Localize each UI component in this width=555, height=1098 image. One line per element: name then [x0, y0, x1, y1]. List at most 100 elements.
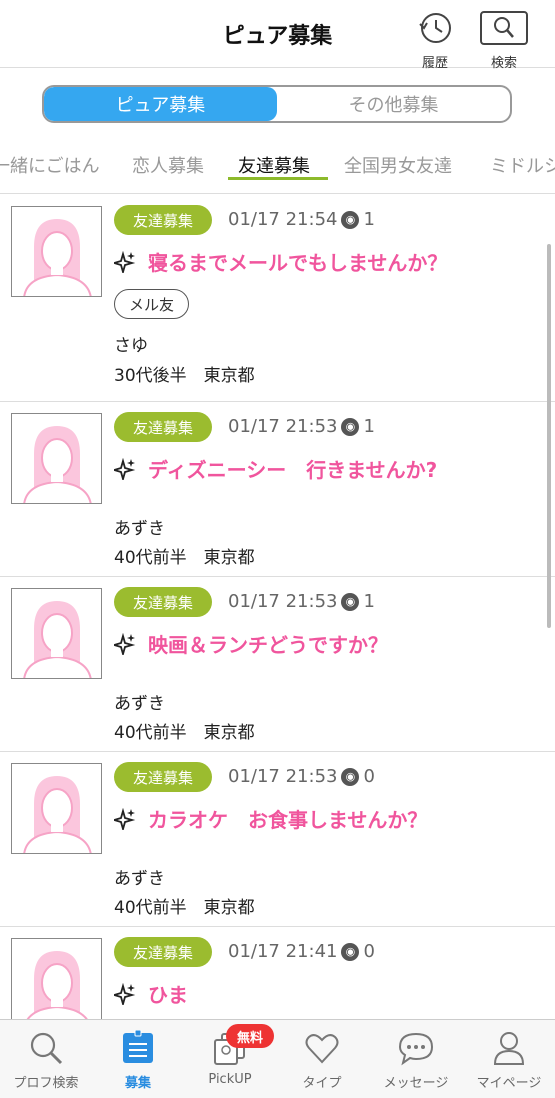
post-title[interactable]: ひま [114, 979, 188, 1008]
category-badge: 友達募集 [114, 937, 212, 967]
nav-message[interactable]: メッセージ [370, 1020, 462, 1098]
poster-age-area: 40代前半 東京都 [114, 898, 255, 918]
sparkle-icon [114, 457, 136, 480]
view-count-icon: ◉ [341, 942, 360, 961]
view-count-icon: ◉ [341, 767, 360, 786]
nav-mypage[interactable]: マイページ [463, 1020, 555, 1098]
post-title[interactable]: 寝るまでメールでもしませんか？ [114, 247, 447, 276]
heart-icon [305, 1034, 339, 1064]
post-title-text: ひま [148, 983, 188, 1007]
history-label: 履歴 [421, 56, 448, 71]
view-count-icon: ◉ [341, 417, 360, 436]
nav-label: 募集 [124, 1076, 151, 1091]
search-button[interactable]: 検索 [474, 10, 534, 71]
chat-bubble-icon [398, 1032, 434, 1066]
sparkle-icon [114, 250, 136, 273]
sparkle-icon [114, 632, 136, 655]
person-icon [493, 1032, 525, 1065]
post-datetime: 01/17 21:53 [228, 416, 338, 437]
default-avatar-icon [23, 601, 92, 678]
nav-label: マイページ [476, 1076, 542, 1091]
default-avatar-icon [23, 219, 92, 296]
search-label: 検索 [490, 56, 517, 71]
nav-label: PickUP [208, 1072, 252, 1087]
post-title-text: カラオケ お食事しませんか？ [148, 808, 428, 832]
history-icon [419, 13, 451, 43]
post-meta: 01/17 21:41 ◉ 0 [228, 941, 375, 962]
post-datetime: 01/17 21:54 [228, 209, 338, 230]
post-feed[interactable]: 友達募集 01/17 21:54 ◉ 1 寝るまでメールでもしませんか？ メル友… [0, 195, 555, 1019]
default-avatar-icon [26, 951, 88, 1019]
post-title[interactable]: 映画＆ランチどうですか？ [114, 629, 388, 658]
default-avatar-icon [23, 776, 92, 853]
post-item[interactable]: 友達募集 01/17 21:41 ◉ 0 ひま [0, 927, 555, 1019]
poster-name: あずき [114, 869, 165, 889]
poster-name: あずき [114, 694, 165, 714]
nav-label: メッセージ [383, 1076, 449, 1091]
magnifier-icon [30, 1032, 63, 1065]
post-datetime: 01/17 21:53 [228, 766, 338, 787]
avatar[interactable] [11, 206, 102, 297]
avatar[interactable] [11, 588, 102, 679]
category-badge: 友達募集 [114, 205, 212, 235]
default-avatar-icon [23, 426, 92, 503]
segment-pure-recruit[interactable]: ピュア募集 [44, 87, 277, 121]
view-count-icon: ◉ [341, 210, 360, 229]
post-meta: 01/17 21:53 ◉ 1 [228, 416, 375, 437]
post-datetime: 01/17 21:53 [228, 591, 338, 612]
view-count: 1 [363, 209, 375, 230]
tab-nationwide-friends[interactable]: 全国男女友達 [344, 152, 452, 178]
free-badge: 無料 [226, 1024, 274, 1048]
post-title[interactable]: ディズニーシー 行きませんか? [114, 454, 437, 483]
post-datetime: 01/17 21:41 [228, 941, 338, 962]
post-title-text: 寝るまでメールでもしませんか？ [148, 251, 448, 275]
tab-lover-recruit[interactable]: 恋人募集 [132, 152, 204, 178]
bottom-nav: プロフ検索 募集 PickUP タイプ メッセージ マイページ [0, 1019, 555, 1098]
tab-meal-together[interactable]: 一緒にごはん [0, 152, 100, 178]
view-count: 1 [363, 591, 375, 612]
avatar[interactable] [11, 938, 102, 1019]
recruit-board-icon [123, 1030, 153, 1063]
post-title[interactable]: カラオケ お食事しませんか？ [114, 804, 427, 833]
nav-recruit[interactable]: 募集 [92, 1020, 184, 1098]
segment-other-recruit[interactable]: その他募集 [277, 87, 510, 121]
poster-age-area: 30代後半 東京都 [114, 366, 255, 386]
category-badge: 友達募集 [114, 587, 212, 617]
nav-label: プロフ検索 [13, 1076, 79, 1091]
post-title-text: ディズニーシー 行きませんか? [148, 458, 438, 482]
page-title: ピュア募集 [222, 24, 333, 49]
post-meta: 01/17 21:54 ◉ 1 [228, 209, 375, 230]
post-item[interactable]: 友達募集 01/17 21:53 ◉ 1 映画＆ランチどうですか？ あずき 40… [0, 577, 555, 752]
category-badge: 友達募集 [114, 762, 212, 792]
post-item[interactable]: 友達募集 01/17 21:53 ◉ 0 カラオケ お食事しませんか？ あずき … [0, 752, 555, 927]
scrollbar[interactable] [547, 244, 551, 628]
view-count-icon: ◉ [341, 592, 360, 611]
view-count: 0 [363, 766, 375, 787]
view-count: 0 [363, 941, 375, 962]
poster-age-area: 40代前半 東京都 [114, 723, 255, 743]
post-meta: 01/17 21:53 ◉ 1 [228, 591, 375, 612]
post-title-text: 映画＆ランチどうですか？ [148, 633, 388, 657]
nav-label: タイプ [302, 1076, 342, 1091]
active-tab-underline [228, 177, 328, 180]
view-count: 1 [363, 416, 375, 437]
search-icon [480, 11, 528, 45]
poster-name: あずき [114, 519, 165, 539]
app-header: ピュア募集 履歴 検索 [0, 0, 555, 71]
post-tag: メル友 [114, 289, 190, 319]
nav-type[interactable]: タイプ [276, 1020, 368, 1098]
poster-name: さゆ [114, 336, 148, 356]
category-badge: 友達募集 [114, 412, 212, 442]
recruit-type-segment: ピュア募集 その他募集 [42, 85, 512, 123]
sparkle-icon [114, 982, 136, 1005]
post-item[interactable]: 友達募集 01/17 21:53 ◉ 1 ディズニーシー 行きませんか? あずき… [0, 402, 555, 577]
history-button[interactable]: 履歴 [405, 10, 465, 71]
poster-age-area: 40代前半 東京都 [114, 548, 255, 568]
avatar[interactable] [11, 413, 102, 504]
tab-middle[interactable]: ミドルシ [490, 152, 555, 178]
nav-profile-search[interactable]: プロフ検索 [0, 1020, 92, 1098]
avatar[interactable] [11, 763, 102, 854]
tab-friend-recruit[interactable]: 友達募集 [238, 152, 310, 178]
post-item[interactable]: 友達募集 01/17 21:54 ◉ 1 寝るまでメールでもしませんか？ メル友… [0, 195, 555, 402]
post-meta: 01/17 21:53 ◉ 0 [228, 766, 375, 787]
